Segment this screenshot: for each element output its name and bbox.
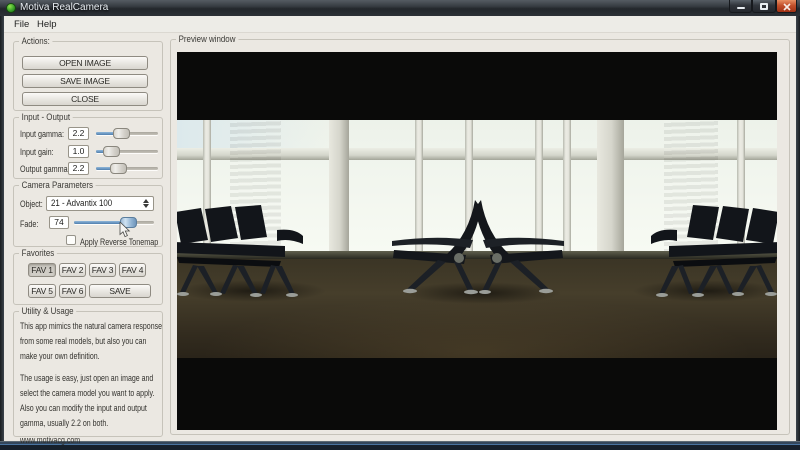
- minimize-button[interactable]: [729, 0, 752, 13]
- bench-left: [177, 204, 321, 300]
- preview-canvas[interactable]: [177, 52, 777, 430]
- camera-parameters-group-label: Camera Parameters: [19, 180, 96, 190]
- fade-slider[interactable]: [74, 217, 154, 228]
- close-image-button[interactable]: CLOSE: [22, 92, 148, 106]
- favorites-group: Favorites FAV 1 FAV 2 FAV 3 FAV 4 FAV 5 …: [13, 253, 163, 305]
- close-button[interactable]: [776, 0, 797, 13]
- output-gamma-value[interactable]: 2.2: [68, 162, 89, 175]
- spinner-arrows-icon[interactable]: [140, 198, 151, 209]
- window-border-right: [796, 16, 800, 441]
- actions-group: Actions: OPEN IMAGE SAVE IMAGE CLOSE: [13, 41, 163, 111]
- fav-5-button[interactable]: FAV 5: [28, 284, 56, 298]
- fav-6-button[interactable]: FAV 6: [59, 284, 86, 298]
- fav-4-button[interactable]: FAV 4: [119, 263, 146, 277]
- menu-help[interactable]: Help: [35, 19, 59, 30]
- input-output-group: Input - Output Input gamma: 2.2 Input ga…: [13, 117, 163, 179]
- slider-thumb[interactable]: [110, 163, 127, 174]
- usage-text-line: gamma, usually 2.2 on both.: [20, 418, 108, 428]
- usage-text-line: This app mimics the natural camera respo…: [20, 321, 162, 331]
- output-gamma-slider[interactable]: [96, 163, 158, 174]
- fade-value[interactable]: 74: [49, 216, 69, 229]
- fav-1-button[interactable]: FAV 1: [28, 263, 56, 277]
- object-combobox-value: 21 - Advantix 100: [51, 198, 112, 208]
- object-label: Object:: [20, 199, 43, 209]
- mouse-cursor-icon: [119, 222, 131, 238]
- concrete-pillar-light: [329, 120, 349, 267]
- save-favorite-button[interactable]: SAVE FAVORITE: [89, 284, 151, 298]
- utility-usage-group-label: Utility & Usage: [19, 306, 76, 316]
- apply-reverse-tonemap-label: Apply Reverse Tonemap: [80, 237, 158, 247]
- menu-file[interactable]: File: [12, 19, 31, 30]
- preview-group: Preview window: [170, 39, 790, 435]
- fav-2-button[interactable]: FAV 2: [59, 263, 86, 277]
- window-border-bottom: [0, 441, 800, 450]
- apply-reverse-tonemap-checkbox[interactable]: [66, 235, 76, 245]
- fade-label: Fade:: [20, 219, 38, 229]
- input-gamma-value[interactable]: 2.2: [68, 127, 89, 140]
- window-title: Motiva RealCamera: [20, 2, 108, 13]
- close-icon: [783, 3, 791, 11]
- concrete-pillar-light: [597, 120, 624, 267]
- minimize-icon: [737, 7, 745, 9]
- slider-thumb[interactable]: [103, 146, 120, 157]
- bench-right: [633, 204, 777, 300]
- input-output-group-label: Input - Output: [19, 112, 73, 122]
- app-icon: [6, 3, 16, 13]
- input-gain-slider[interactable]: [96, 146, 158, 157]
- actions-group-label: Actions:: [19, 36, 52, 46]
- usage-text-line: make your own definition.: [20, 351, 100, 361]
- favorites-group-label: Favorites: [19, 248, 57, 258]
- input-gain-value[interactable]: 1.0: [68, 145, 89, 158]
- output-gamma-label: Output gamma:: [20, 164, 70, 174]
- fav-3-button[interactable]: FAV 3: [89, 263, 116, 277]
- menu-bar: File Help: [4, 16, 796, 33]
- save-image-button[interactable]: SAVE IMAGE: [22, 74, 148, 88]
- usage-text-line: from some real models, but also you can: [20, 336, 146, 346]
- open-image-button[interactable]: OPEN IMAGE: [22, 56, 148, 70]
- usage-text-line: select the camera model you want to appl…: [20, 388, 155, 398]
- input-gain-label: Input gain:: [20, 147, 54, 157]
- maximize-button[interactable]: [752, 0, 776, 13]
- maximize-icon: [760, 3, 768, 10]
- title-bar[interactable]: Motiva RealCamera: [0, 0, 800, 16]
- preview-group-label: Preview window: [176, 34, 238, 44]
- spin-up-icon[interactable]: [143, 199, 149, 203]
- app-window: Motiva RealCamera File Help Actions: OPE…: [0, 0, 800, 450]
- utility-usage-group: Utility & Usage This app mimics the natu…: [13, 311, 163, 437]
- camera-parameters-group: Camera Parameters Object: 21 - Advantix …: [13, 185, 163, 247]
- bench-center: [380, 198, 576, 298]
- website-link[interactable]: www.motivacg.com: [20, 435, 80, 445]
- usage-text-line: Also you can modify the input and output: [20, 403, 147, 413]
- preview-image: [177, 120, 777, 358]
- slider-thumb[interactable]: [113, 128, 130, 139]
- input-gamma-slider[interactable]: [96, 128, 158, 139]
- usage-text-line: The usage is easy, just open an image an…: [20, 373, 153, 383]
- spin-down-icon[interactable]: [143, 204, 149, 208]
- input-gamma-label: Input gamma:: [20, 129, 64, 139]
- object-combobox[interactable]: 21 - Advantix 100: [46, 196, 154, 211]
